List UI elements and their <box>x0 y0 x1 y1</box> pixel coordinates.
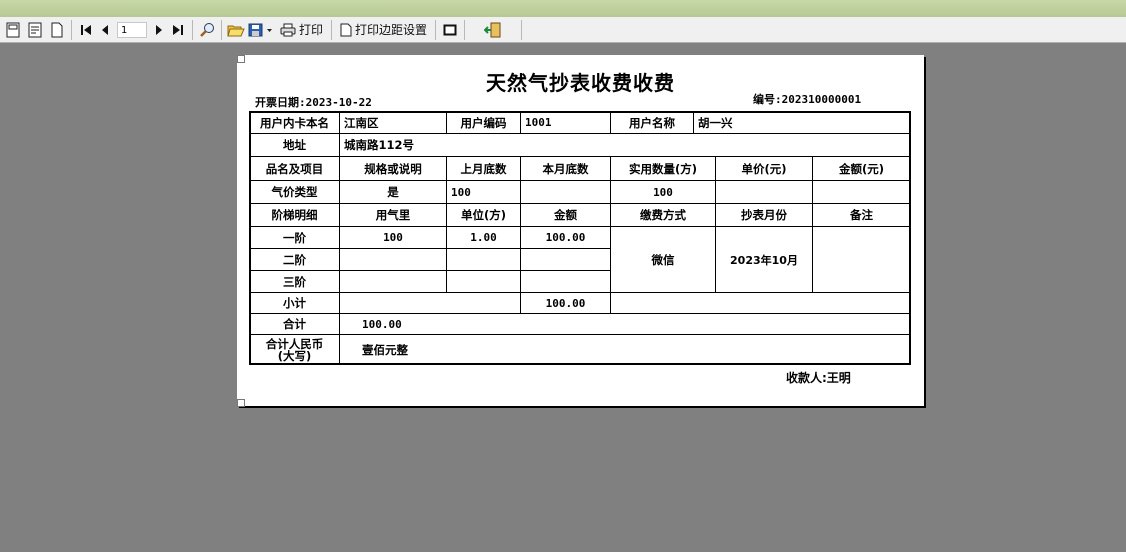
zoom-icon[interactable] <box>196 20 218 40</box>
actual-qty-header: 实用数量(方) <box>610 156 716 181</box>
last-page-icon[interactable] <box>167 20 189 40</box>
user-name-value: 胡一兴 <box>693 111 911 134</box>
serial-number: 编号:202310000001 <box>753 93 862 106</box>
card-name-value: 江南区 <box>339 111 447 134</box>
total-label: 合计 <box>249 313 340 335</box>
this-reading-value <box>520 180 611 204</box>
preview-toolbar: 1 打印 打印边距设置 <box>0 17 1126 43</box>
toolbar-separator <box>331 19 333 40</box>
gas-type-label: 气价类型 <box>249 180 340 204</box>
toolbar-separator <box>435 19 437 40</box>
tier-detail-header: 阶梯明细 <box>249 203 340 227</box>
subtotal-usage <box>339 292 521 314</box>
actual-qty-value: 100 <box>610 180 716 204</box>
exit-icon[interactable] <box>468 20 518 40</box>
last-reading-header: 上月底数 <box>446 156 521 181</box>
address-value: 城南路112号 <box>339 133 911 157</box>
toolbar-separator <box>221 19 222 40</box>
tier3-amount <box>520 270 611 293</box>
remark-value <box>812 226 911 293</box>
print-label: 打印 <box>299 23 324 37</box>
total-rmb-label: 合计人民币 (大写) <box>249 334 340 365</box>
blank-page-icon[interactable] <box>46 20 68 40</box>
tier1-amount: 100.00 <box>520 226 611 249</box>
unit-header: 单位(方) <box>446 203 521 227</box>
total-upper-value: 壹佰元整 <box>339 334 911 365</box>
prev-page-icon[interactable] <box>97 20 113 40</box>
resize-handle[interactable] <box>237 399 245 407</box>
pay-method-header: 缴费方式 <box>610 203 716 227</box>
page-number-input[interactable]: 1 <box>117 21 147 38</box>
page-view-icon[interactable] <box>2 20 24 40</box>
amount-yuan-header: 金额(元) <box>812 156 911 181</box>
toolbar-separator <box>464 19 466 40</box>
tier2-amount <box>520 248 611 271</box>
subtotal-amount: 100.00 <box>520 292 611 314</box>
tier2-label: 二阶 <box>249 248 340 271</box>
last-reading-value: 100 <box>446 180 521 204</box>
bill-table: 用户内卡本名 江南区 用户编码 1001 用户名称 胡一兴 地址 城南路112号… <box>249 111 911 365</box>
address-label: 地址 <box>249 133 340 157</box>
report-page: 天然气抄表收费收费 开票日期:2023-10-22 编号:20231000000… <box>237 55 924 407</box>
amount-yuan-value <box>812 180 911 204</box>
issue-date: 开票日期:2023-10-22 <box>255 96 372 109</box>
multi-page-icon[interactable] <box>24 20 46 40</box>
tier2-usage <box>339 248 447 271</box>
subtotal-label: 小计 <box>249 292 340 314</box>
item-header: 品名及项目 <box>249 156 340 181</box>
read-month-value: 2023年10月 <box>715 226 813 293</box>
first-page-icon[interactable] <box>75 20 97 40</box>
amount-header: 金额 <box>520 203 611 227</box>
toolbar-separator <box>192 19 193 40</box>
tier2-unit <box>446 248 521 271</box>
this-reading-header: 本月底数 <box>520 156 611 181</box>
print-button[interactable]: 打印 <box>275 20 328 40</box>
toolbar-separator <box>521 19 523 40</box>
save-dropdown-icon[interactable] <box>247 20 275 40</box>
spec-value: 是 <box>339 180 447 204</box>
resize-handle[interactable] <box>237 55 245 63</box>
print-margin-label: 打印边距设置 <box>355 23 428 37</box>
tier3-unit <box>446 270 521 293</box>
user-name-label: 用户名称 <box>610 111 694 134</box>
spec-header: 规格或说明 <box>339 156 447 181</box>
tier1-label: 一阶 <box>249 226 340 249</box>
payee: 收款人:王明 <box>786 371 851 385</box>
unit-price-value <box>715 180 813 204</box>
total-value: 100.00 <box>339 313 911 335</box>
card-name-label: 用户内卡本名 <box>249 111 340 134</box>
tier3-label: 三阶 <box>249 270 340 293</box>
toolbar-separator <box>71 19 72 40</box>
window-title-bar <box>0 0 1126 17</box>
pay-method-value: 微信 <box>610 226 716 293</box>
remark-header: 备注 <box>812 203 911 227</box>
user-code-label: 用户编码 <box>446 111 521 134</box>
frame-icon[interactable] <box>439 20 461 40</box>
read-month-header: 抄表月份 <box>715 203 813 227</box>
next-page-icon[interactable] <box>151 20 167 40</box>
tier1-unit: 1.00 <box>446 226 521 249</box>
user-code-value: 1001 <box>520 111 611 134</box>
page-setup-icon <box>340 23 352 36</box>
unit-price-header: 单价(元) <box>715 156 813 181</box>
print-margin-button[interactable]: 打印边距设置 <box>335 20 432 40</box>
tier3-usage <box>339 270 447 293</box>
open-folder-icon[interactable] <box>225 20 247 40</box>
tier1-usage: 100 <box>339 226 447 249</box>
subtotal-rest <box>610 292 911 314</box>
gas-usage-header: 用气里 <box>339 203 447 227</box>
printer-icon <box>280 23 296 36</box>
